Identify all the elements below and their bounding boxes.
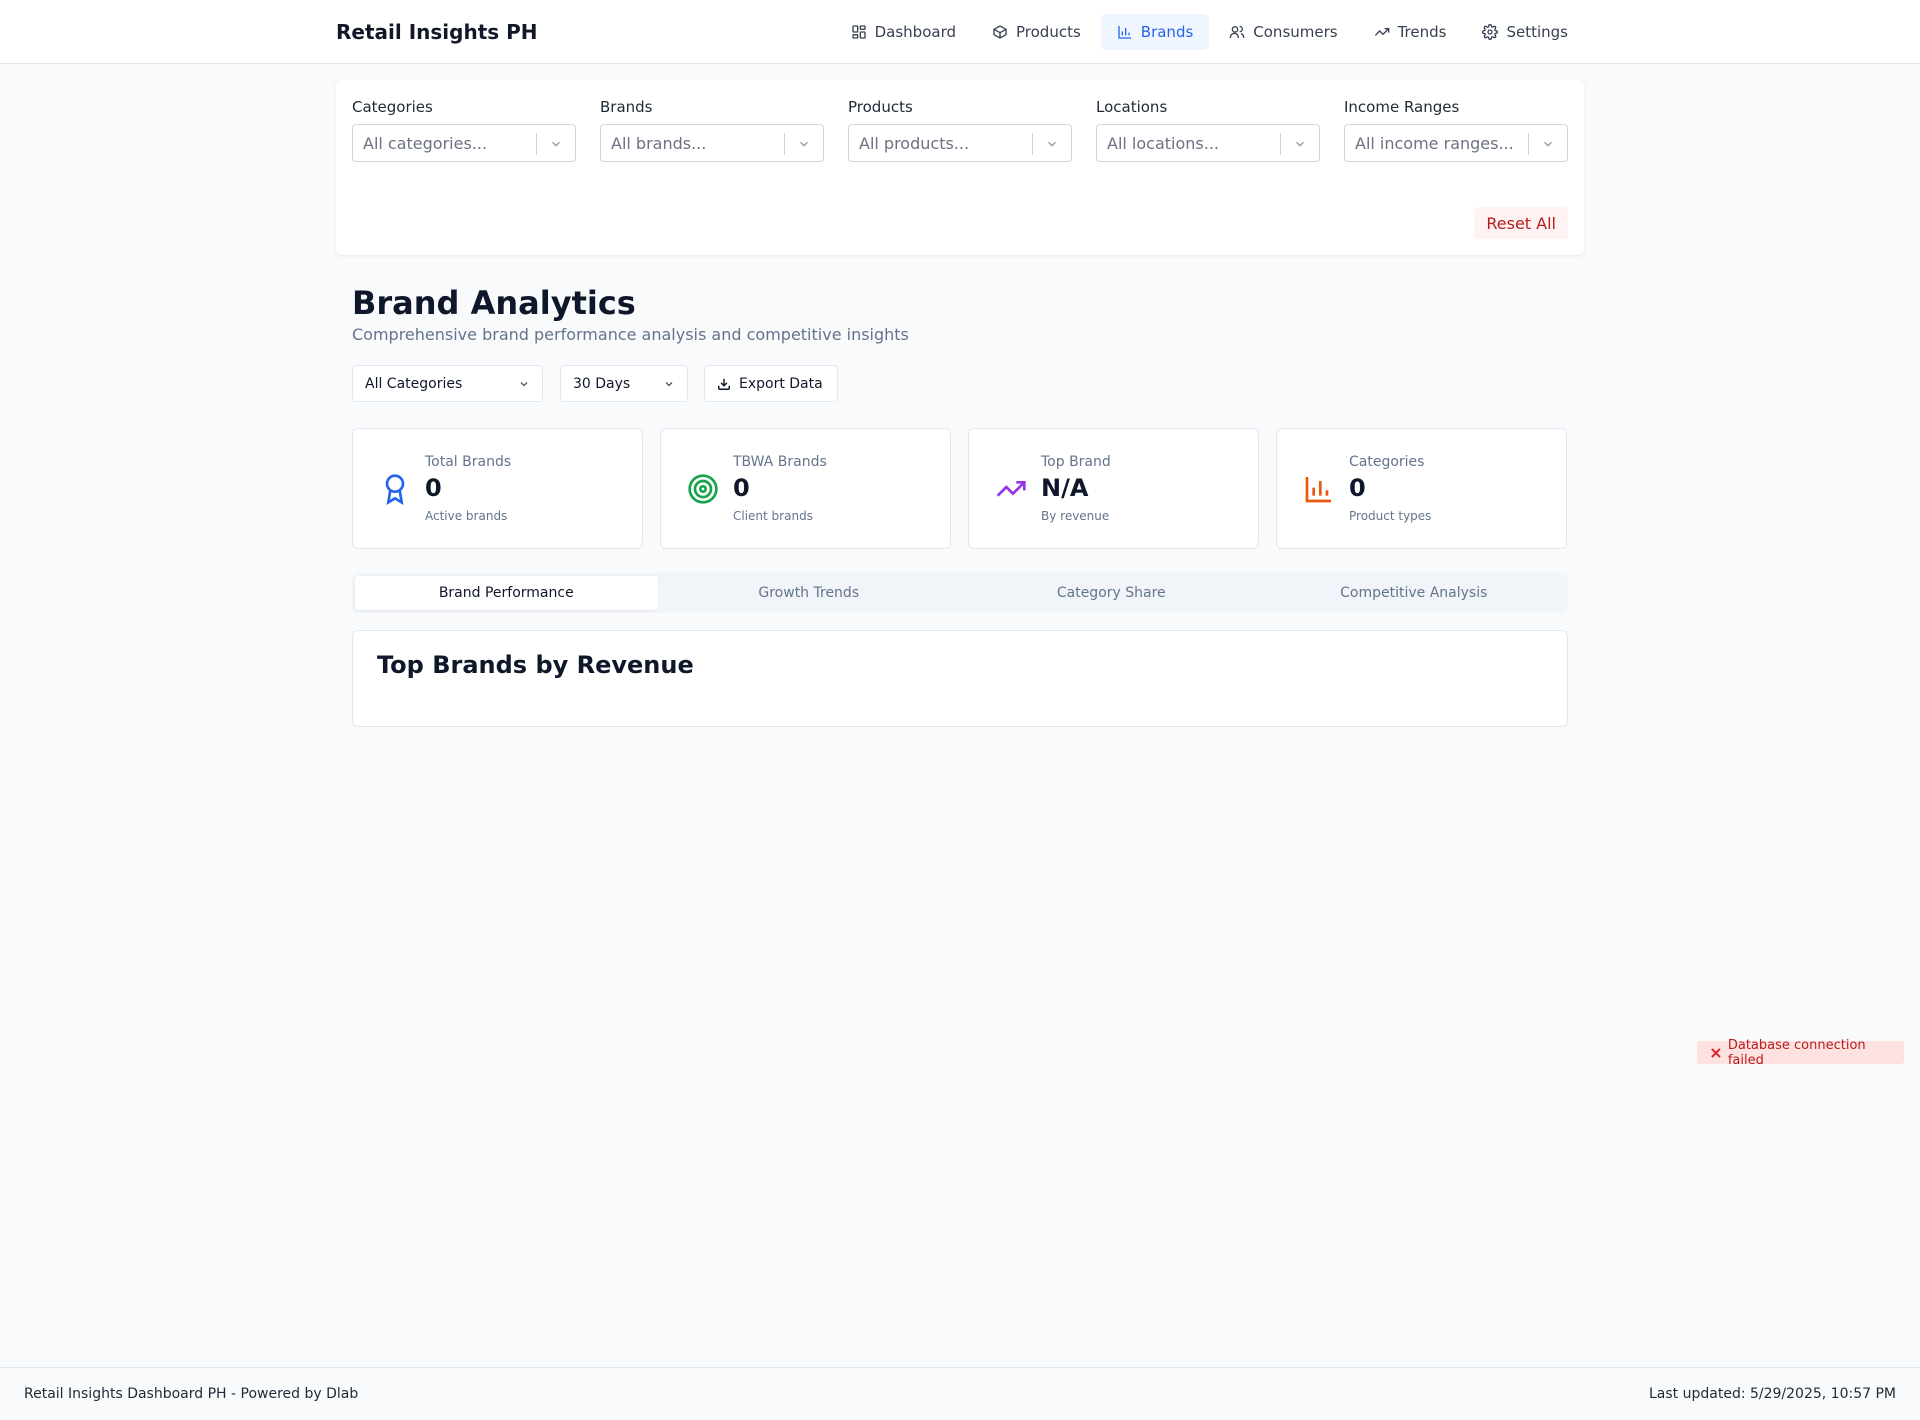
stat-label: TBWA Brands xyxy=(733,454,827,470)
tab-competitive-analysis[interactable]: Competitive Analysis xyxy=(1263,576,1566,610)
select-separator xyxy=(1528,133,1529,155)
bar-chart-icon xyxy=(1305,477,1331,503)
stat-value: N/A xyxy=(1041,474,1089,502)
chevron-down-icon[interactable] xyxy=(549,137,563,151)
page-subtitle: Comprehensive brand performance analysis… xyxy=(352,325,909,344)
select-placeholder: All categories... xyxy=(363,133,488,153)
stat-card-categories: Categories 0 Product types xyxy=(1276,428,1567,549)
close-icon xyxy=(1711,1047,1721,1058)
last-updated: Last updated: 5/29/2025, 10:57 PM xyxy=(1649,1386,1896,1402)
select-separator xyxy=(1032,133,1033,155)
period-select-value: 30 Days xyxy=(573,375,631,392)
bar-chart-icon xyxy=(1118,26,1131,39)
select-placeholder: All brands... xyxy=(611,133,707,153)
users-icon xyxy=(1229,25,1245,38)
nav-item-consumers[interactable]: Consumers xyxy=(1213,14,1353,50)
export-data-button[interactable]: Export Data xyxy=(704,365,838,402)
chevron-down-icon[interactable] xyxy=(797,137,811,151)
app-title[interactable]: Retail Insights PH xyxy=(336,20,538,44)
stat-caption: Product types xyxy=(1349,509,1432,523)
filter-label: Income Ranges xyxy=(1344,98,1460,116)
nav-label: Trends xyxy=(1397,23,1447,41)
nav-label: Dashboard xyxy=(874,23,956,41)
filter-label: Brands xyxy=(600,98,653,116)
nav-item-brands[interactable]: Brands xyxy=(1100,14,1210,50)
error-toast[interactable]: Database connection failed xyxy=(1697,1038,1904,1068)
tab-category-share[interactable]: Category Share xyxy=(960,576,1263,610)
analysis-tabs: Brand Performance Growth Trends Category… xyxy=(352,573,1568,613)
grid-icon xyxy=(851,25,866,39)
nav-label: Brands xyxy=(1140,23,1194,41)
products-select[interactable]: All products... xyxy=(848,124,1072,162)
nav-item-settings[interactable]: Settings xyxy=(1466,14,1584,50)
stat-value: 0 xyxy=(425,474,442,502)
income-ranges-select[interactable]: All income ranges... xyxy=(1344,124,1568,162)
filter-label: Products xyxy=(848,98,913,116)
filter-income-ranges: Income Ranges All income ranges... xyxy=(1344,98,1568,162)
nav-item-products[interactable]: Products xyxy=(976,14,1097,50)
nav-label: Settings xyxy=(1506,23,1568,41)
chevron-down-icon[interactable] xyxy=(1293,137,1307,151)
stat-caption: Active brands xyxy=(425,509,508,523)
chevron-down-icon[interactable] xyxy=(1045,137,1059,151)
filter-label: Locations xyxy=(1096,98,1168,116)
nav-item-trends[interactable]: Trends xyxy=(1358,14,1463,50)
categories-select[interactable]: All categories... xyxy=(352,124,576,162)
stat-card-total-brands: Total Brands 0 Active brands xyxy=(352,428,643,549)
toast-message: Database connection failed xyxy=(1727,1037,1866,1068)
top-brands-card: Top Brands by Revenue xyxy=(352,630,1568,727)
stat-label: Categories xyxy=(1349,454,1425,470)
chevron-down-icon[interactable] xyxy=(1541,137,1555,151)
stat-value: 0 xyxy=(733,474,750,502)
main-nav: Dashboard Products Brands Consumers Tren… xyxy=(835,14,1584,50)
select-separator xyxy=(1280,133,1281,155)
trending-up-icon xyxy=(1374,28,1389,36)
stat-caption: By revenue xyxy=(1041,509,1110,523)
nav-item-dashboard[interactable]: Dashboard xyxy=(835,14,972,50)
filter-products: Products All products... xyxy=(848,98,1072,162)
target-icon xyxy=(688,474,718,504)
category-select-value: All Categories xyxy=(365,375,463,392)
download-icon xyxy=(718,378,730,390)
footer-credits: Retail Insights Dashboard PH - Powered b… xyxy=(24,1386,359,1402)
stat-value: 0 xyxy=(1349,474,1366,502)
select-separator xyxy=(784,133,785,155)
top-header: Retail Insights PH Dashboard Products Br… xyxy=(0,0,1920,64)
filter-brands: Brands All brands... xyxy=(600,98,824,162)
chevron-down-icon xyxy=(665,382,673,387)
stat-label: Top Brand xyxy=(1041,454,1111,470)
award-icon xyxy=(385,474,405,505)
stat-card-top-brand: Top Brand N/A By revenue xyxy=(968,428,1259,549)
nav-label: Products xyxy=(1016,23,1081,41)
brands-select[interactable]: All brands... xyxy=(600,124,824,162)
reset-all-button[interactable]: Reset All xyxy=(1474,207,1568,239)
page-title: Brand Analytics xyxy=(352,284,636,322)
select-placeholder: All locations... xyxy=(1107,133,1219,153)
nav-label: Consumers xyxy=(1253,23,1338,41)
category-select[interactable]: All Categories xyxy=(352,365,543,402)
box-icon xyxy=(993,25,1007,39)
gear-icon xyxy=(1482,24,1499,40)
period-select[interactable]: 30 Days xyxy=(560,365,688,402)
card-title: Top Brands by Revenue xyxy=(377,651,694,679)
select-separator xyxy=(536,133,537,155)
filter-locations: Locations All locations... xyxy=(1096,98,1320,162)
tab-growth-trends[interactable]: Growth Trends xyxy=(658,576,961,610)
filter-panel: Categories All categories... Brands All … xyxy=(336,80,1584,255)
locations-select[interactable]: All locations... xyxy=(1096,124,1320,162)
filter-categories: Categories All categories... xyxy=(352,98,576,162)
footer: Retail Insights Dashboard PH - Powered b… xyxy=(0,1367,1920,1420)
tab-brand-performance[interactable]: Brand Performance xyxy=(355,576,658,610)
select-placeholder: All products... xyxy=(859,133,970,153)
export-data-label: Export Data xyxy=(739,375,823,392)
trending-up-icon xyxy=(996,481,1026,497)
select-placeholder: All income ranges... xyxy=(1355,133,1514,153)
chevron-down-icon xyxy=(520,382,528,387)
stat-caption: Client brands xyxy=(733,509,813,523)
stat-card-tbwa-brands: TBWA Brands 0 Client brands xyxy=(660,428,951,549)
stat-label: Total Brands xyxy=(425,454,512,470)
filter-label: Categories xyxy=(352,98,433,116)
